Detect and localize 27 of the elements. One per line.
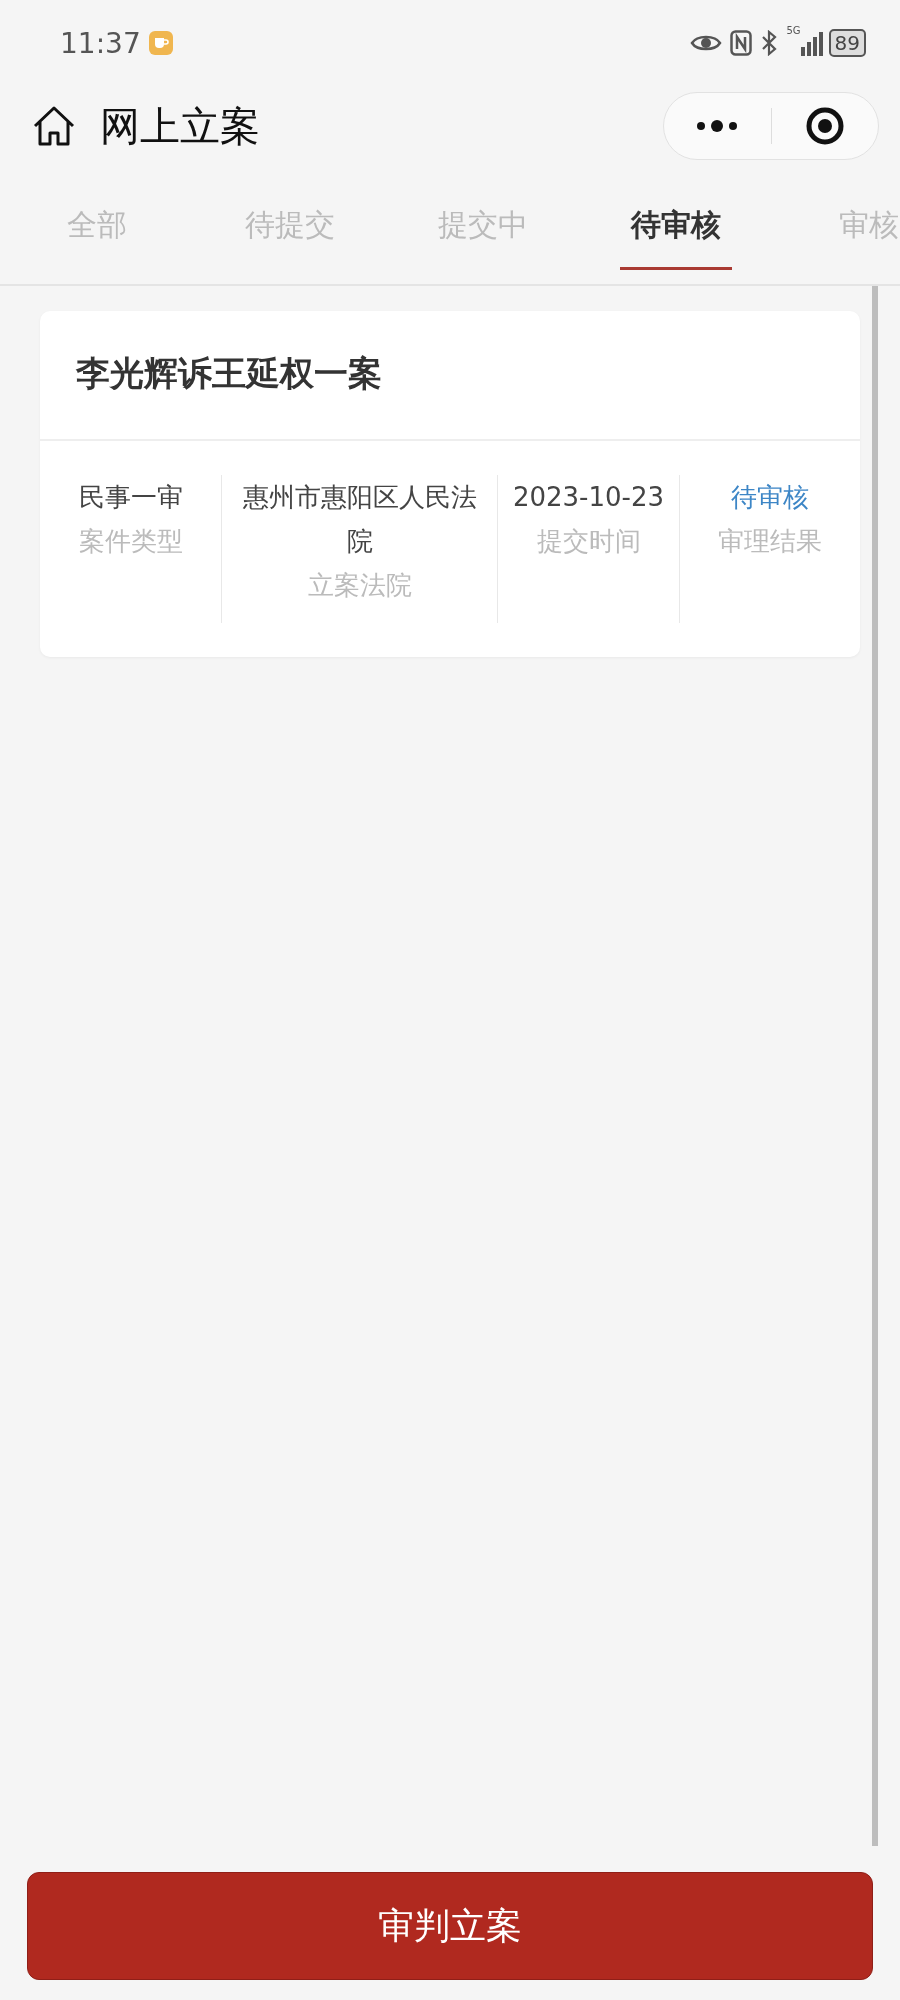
more-icon[interactable] (696, 120, 739, 132)
status-tab[interactable]: 待提交 (193, 166, 386, 284)
signal-icon (798, 29, 823, 57)
field-label: 案件类型 (78, 525, 183, 558)
notification-cup-icon (148, 31, 173, 55)
field-label: 提交时间 (536, 525, 641, 558)
field-label: 立案法院 (307, 569, 412, 602)
bluetooth-icon (760, 30, 779, 56)
case-card[interactable]: 李光辉诉王延权一案 民事一审 案件类型 惠州市惠阳区人民法院 立案法院 2023-10-23 提交时间 待审核 审理结果 (40, 311, 860, 657)
network-type: 5G (786, 25, 801, 36)
field-value: 惠州市惠阳区人民法院 (241, 481, 478, 558)
battery-level: 89 (828, 29, 866, 57)
page-title: 网上立案 (100, 101, 261, 151)
case-title: 李光辉诉王延权一案 (40, 311, 860, 441)
status-tab[interactable]: 全部 (0, 166, 193, 284)
file-case-button[interactable]: 审判立案 (27, 1872, 873, 1980)
nfc-icon (730, 30, 753, 56)
status-tab[interactable]: 待审核 (579, 166, 772, 284)
field-value: 民事一审 (78, 481, 183, 514)
status-tab[interactable]: 提交中 (386, 166, 579, 284)
field-label: 审理结果 (718, 525, 822, 558)
field-value: 2023-10-23 (512, 481, 665, 514)
clock-time: 11:37 (60, 26, 141, 60)
status-tab[interactable]: 审核 (772, 166, 900, 284)
target-circle-icon[interactable] (804, 106, 845, 146)
review-status: 待审核 (731, 481, 809, 514)
home-icon[interactable] (32, 105, 76, 147)
